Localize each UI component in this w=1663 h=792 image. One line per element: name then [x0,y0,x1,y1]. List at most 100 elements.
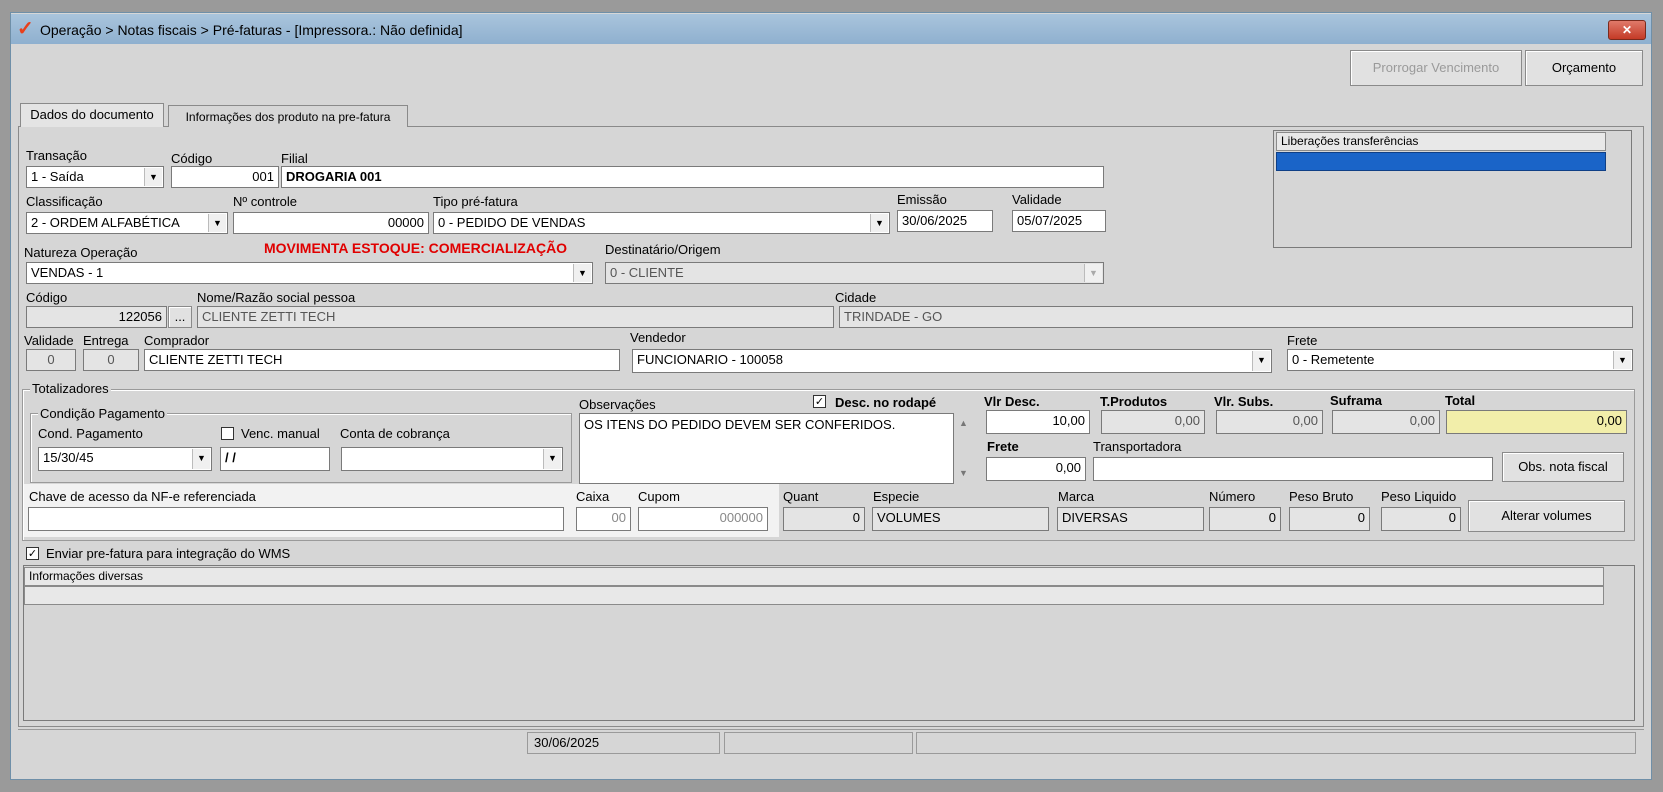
desc-rodape-checkbox[interactable]: ✓ [813,395,826,408]
liberacoes-header: Liberações transferências [1276,132,1606,151]
quant-field[interactable]: 0 [783,507,865,531]
especie-field[interactable]: VOLUMES [872,507,1049,531]
chave-acesso-label: Chave de acesso da NF-e referenciada [29,489,256,504]
enviar-wms-checkbox[interactable]: ✓ [26,547,39,560]
cond-pagamento-label: Cond. Pagamento [38,426,143,441]
caixa-label: Caixa [576,489,610,504]
tipo-prefatura-label: Tipo pré-fatura [433,194,518,209]
liberacoes-selected-row[interactable] [1276,152,1606,171]
t-produtos-label: T.Produtos [1100,394,1168,409]
total-field[interactable]: 0,00 [1446,410,1627,434]
movimenta-estoque-label: MOVIMENTA ESTOQUE: COMERCIALIZAÇÃO [264,240,568,256]
codigo-field[interactable]: 001 [171,166,279,188]
buscar-pessoa-button[interactable]: ... [168,306,192,328]
frete-tipo-label: Frete [1287,333,1318,348]
emissao-field[interactable]: 30/06/2025 [897,210,993,232]
ncontrole-field[interactable]: 00000 [233,212,429,234]
t-produtos-field[interactable]: 0,00 [1101,410,1205,434]
vlr-subs-field[interactable]: 0,00 [1216,410,1323,434]
transacao-label: Transação [26,148,87,163]
conta-cobranca-label: Conta de cobrança [340,426,450,441]
suframa-field[interactable]: 0,00 [1332,410,1440,434]
status-cell-3 [916,732,1636,754]
enviar-wms-label: Enviar pre-fatura para integração do WMS [46,546,291,561]
vendedor-value: FUNCIONARIO - 100058 [637,352,783,367]
app-logo-icon: ✓ [17,18,34,40]
chave-acesso-field[interactable] [28,507,564,531]
classificacao-value: 2 - ORDEM ALFABÉTICA [31,215,180,230]
chevron-down-icon: ▼ [543,449,561,469]
frete-tipo-select[interactable]: 0 - Remetente ▼ [1287,349,1633,371]
suframa-label: Suframa [1330,393,1383,408]
informacoes-diversas-header: Informações diversas [24,567,1604,586]
prorrogar-vencimento-button[interactable]: Prorrogar Vencimento [1350,50,1522,86]
comprador-field[interactable]: CLIENTE ZETTI TECH [144,349,620,371]
codigo-pessoa-field[interactable]: 122056 [26,306,167,328]
tipo-prefatura-select[interactable]: 0 - PEDIDO DE VENDAS ▼ [433,212,890,234]
venc-manual-checkbox[interactable] [221,427,234,440]
peso-liquido-field[interactable]: 0 [1381,507,1461,531]
totalizadores-title: Totalizadores [30,381,111,396]
comprador-label: Comprador [144,333,210,348]
chevron-down-icon: ▼ [1084,264,1102,282]
observacoes-field[interactable]: OS ITENS DO PEDIDO DEVEM SER CONFERIDOS. [579,413,954,484]
frete-valor-field[interactable]: 0,00 [986,457,1086,481]
chevron-down-icon: ▼ [870,214,888,232]
filial-label: Filial [281,151,308,166]
marca-label: Marca [1058,489,1095,504]
transacao-select[interactable]: 1 - Saída ▼ [26,166,164,188]
window-title: Operação > Notas fiscais > Pré-faturas -… [40,22,463,38]
venc-manual-field[interactable]: / / [220,447,330,471]
transacao-value: 1 - Saída [31,169,84,184]
scroll-up-icon[interactable]: ▲ [959,418,968,428]
entrega-field[interactable]: 0 [83,349,139,371]
informacoes-diversas-row[interactable] [24,586,1604,605]
tab-dados-documento[interactable]: Dados do documento [20,103,164,127]
vendedor-select[interactable]: FUNCIONARIO - 100058 ▼ [632,349,1272,373]
orcamento-button[interactable]: Orçamento [1525,50,1643,86]
nome-pessoa-field[interactable]: CLIENTE ZETTI TECH [197,306,834,328]
quant-label: Quant [783,489,819,504]
alterar-volumes-button[interactable]: Alterar volumes [1468,500,1625,532]
cond-pagamento-select[interactable]: 15/30/45 ▼ [38,447,212,471]
desc-rodape-label: Desc. no rodapé [835,395,937,410]
tipo-prefatura-value: 0 - PEDIDO DE VENDAS [438,215,586,230]
classificacao-select[interactable]: 2 - ORDEM ALFABÉTICA ▼ [26,212,228,234]
observacoes-label: Observações [579,397,656,412]
cidade-label: Cidade [835,290,877,305]
transportadora-field[interactable] [1093,457,1493,481]
numero-field[interactable]: 0 [1209,507,1281,531]
natureza-operacao-value: VENDAS - 1 [31,265,104,280]
peso-liquido-label: Peso Liquido [1381,489,1457,504]
natureza-operacao-select[interactable]: VENDAS - 1 ▼ [26,262,593,284]
validade-dias-field[interactable]: 0 [26,349,76,371]
frete-valor-label: Frete [987,439,1019,454]
marca-field[interactable]: DIVERSAS [1057,507,1204,531]
close-button[interactable]: ✕ [1608,20,1646,40]
destinatario-value: 0 - CLIENTE [610,265,684,280]
conta-cobranca-select[interactable]: ▼ [341,447,563,471]
destinatario-select[interactable]: 0 - CLIENTE ▼ [605,262,1104,284]
caixa-field[interactable]: 00 [576,507,631,531]
natureza-operacao-label: Natureza Operação [24,245,138,260]
chevron-down-icon: ▼ [573,264,591,282]
venc-manual-label: Venc. manual [241,426,320,441]
ncontrole-label: Nº controle [233,194,297,209]
vlr-desc-field[interactable]: 10,00 [986,410,1090,434]
chevron-down-icon: ▼ [208,214,226,232]
status-cell-2 [724,732,913,754]
tab-informacoes-produto[interactable]: Informações dos produto na pre-fatura [168,105,408,127]
cupom-label: Cupom [638,489,680,504]
numero-label: Número [1209,489,1256,504]
filial-field[interactable]: DROGARIA 001 [281,166,1104,188]
destinatario-label: Destinatário/Origem [605,242,721,257]
cupom-field[interactable]: 000000 [638,507,768,531]
obs-nota-fiscal-button[interactable]: Obs. nota fiscal [1502,452,1624,482]
transportadora-label: Transportadora [1093,439,1182,454]
frete-tipo-value: 0 - Remetente [1292,352,1375,367]
validade-field[interactable]: 05/07/2025 [1012,210,1106,232]
scroll-down-icon[interactable]: ▼ [959,468,968,478]
cidade-field[interactable]: TRINDADE - GO [839,306,1633,328]
peso-bruto-field[interactable]: 0 [1289,507,1370,531]
validade-dias-label: Validade [24,333,74,348]
